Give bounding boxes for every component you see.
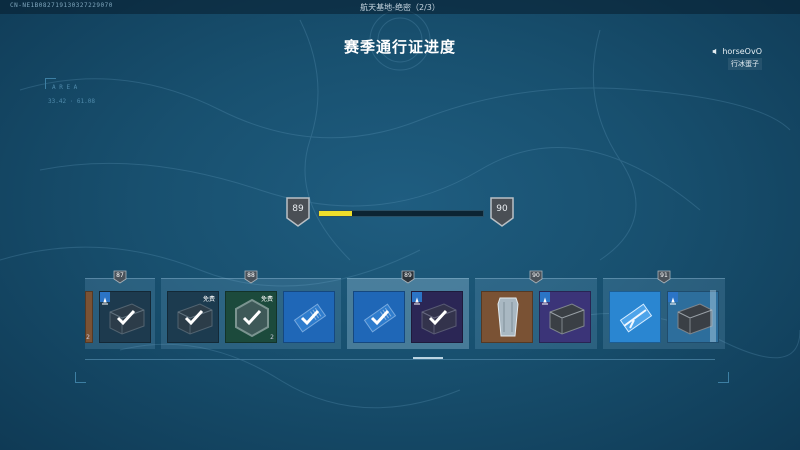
claimed-check-icon bbox=[300, 309, 320, 326]
map-background bbox=[0, 9, 800, 409]
next-level-badge: 90 bbox=[489, 196, 515, 228]
reward-card-partial[interactable]: 2 bbox=[85, 291, 93, 343]
claimed-check-icon bbox=[184, 309, 204, 326]
reward-count: 2 bbox=[86, 334, 90, 341]
speaker-icon bbox=[713, 48, 717, 55]
reward-card[interactable] bbox=[99, 291, 151, 343]
reward-card[interactable] bbox=[481, 291, 533, 343]
reward-strip[interactable]: 87 2 88 免费 免费 2 89 90 91 bbox=[85, 270, 725, 349]
reward-count: 2 bbox=[270, 334, 274, 341]
free-tag: 免费 bbox=[202, 296, 215, 303]
top-bar: CN-NE1B082719130327229070 航天基地-绝密（2/3） bbox=[0, 0, 800, 14]
reward-card[interactable] bbox=[539, 291, 591, 343]
user-name: horseOvO bbox=[722, 47, 762, 56]
reward-group-level-89: 89 bbox=[347, 270, 469, 349]
hud-label: A R E A bbox=[52, 84, 78, 91]
next-level: 90 bbox=[496, 204, 508, 214]
premium-track-icon bbox=[100, 292, 110, 305]
premium-track-icon bbox=[412, 292, 422, 305]
reward-group-level-90: 90 bbox=[475, 270, 597, 349]
hud-corner bbox=[718, 372, 729, 383]
claimed-check-icon bbox=[370, 309, 390, 326]
claimed-check-icon bbox=[428, 309, 448, 326]
reward-level-number: 90 bbox=[532, 272, 540, 279]
reward-strip-overflow bbox=[710, 290, 716, 342]
current-level-badge: 89 bbox=[285, 196, 311, 228]
claimed-check-icon bbox=[116, 309, 136, 326]
reward-level-tag: 91 bbox=[657, 270, 671, 284]
reward-card[interactable]: 免费 bbox=[167, 291, 219, 343]
reward-level-number: 91 bbox=[660, 272, 668, 279]
claimed-check-icon bbox=[242, 309, 262, 326]
reward-level-number: 87 bbox=[116, 272, 124, 279]
premium-track-icon bbox=[668, 292, 678, 305]
reward-card[interactable] bbox=[609, 291, 661, 343]
reward-group-level-87: 87 2 bbox=[85, 270, 155, 349]
reward-card[interactable]: 免费 2 bbox=[225, 291, 277, 343]
scroll-track bbox=[85, 359, 715, 360]
current-level: 89 bbox=[292, 204, 304, 214]
reward-level-tag: 90 bbox=[529, 270, 543, 284]
scroll-thumb[interactable] bbox=[413, 357, 443, 359]
reward-level-number: 89 bbox=[404, 272, 412, 279]
hud-coord: 33.42 · 61.08 bbox=[48, 98, 95, 105]
reward-level-tag: 87 bbox=[113, 270, 127, 284]
free-tag: 免费 bbox=[260, 296, 273, 303]
user-subtag: 行冰蛋子 bbox=[728, 58, 762, 70]
reward-group-level-88: 88 免费 免费 2 bbox=[161, 270, 341, 349]
weapon-ticket-icon bbox=[610, 292, 660, 342]
hud-corner bbox=[75, 372, 86, 383]
armor-plate-icon bbox=[482, 292, 532, 342]
premium-track-icon bbox=[540, 292, 550, 305]
user-tag: horseOvO bbox=[712, 47, 762, 56]
reward-level-tag: 89 bbox=[401, 270, 415, 284]
reward-group-level-91: 91 bbox=[603, 270, 725, 349]
reward-card[interactable] bbox=[283, 291, 335, 343]
reward-card[interactable] bbox=[353, 291, 405, 343]
reward-card[interactable] bbox=[411, 291, 463, 343]
page-title: 赛季通行证进度 bbox=[343, 38, 456, 56]
level-progress-fill bbox=[319, 211, 352, 216]
reward-level-tag: 88 bbox=[244, 270, 258, 284]
map-title: 航天基地-绝密（2/3） bbox=[360, 3, 440, 12]
reward-level-number: 88 bbox=[247, 272, 255, 279]
level-progress-bar bbox=[318, 210, 484, 217]
